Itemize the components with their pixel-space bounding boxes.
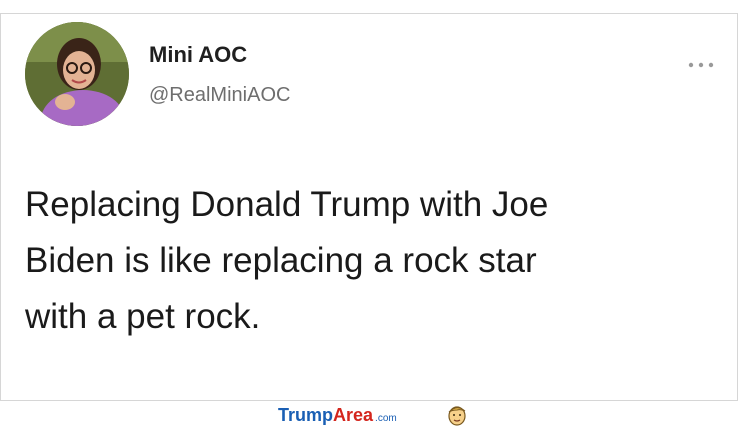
avatar-image xyxy=(25,22,129,126)
tweet-text-line: Replacing Donald Trump with Joe xyxy=(25,185,549,224)
display-name[interactable]: Mini AOC xyxy=(149,42,247,68)
watermark-brand-trump: Trump xyxy=(278,405,334,425)
trump-face-logo-icon xyxy=(446,403,468,427)
watermark-domain: .com xyxy=(375,413,397,424)
user-handle[interactable]: @RealMiniAOC xyxy=(149,84,290,107)
tweet-card: Mini AOC @RealMiniAOC Replacing Donald T… xyxy=(0,13,738,401)
avatar[interactable] xyxy=(25,22,129,126)
tweet-text-line: Biden is like replacing a rock star xyxy=(25,241,537,280)
more-horizontal-icon[interactable] xyxy=(687,56,715,68)
watermark-footer: TrumpArea .com xyxy=(0,401,740,428)
page: Mini AOC @RealMiniAOC Replacing Donald T… xyxy=(0,0,740,428)
tweet-text: Replacing Donald Trump with Joe Biden is… xyxy=(25,177,705,345)
tweet-text-line: with a pet rock. xyxy=(25,297,261,336)
watermark-brand-area: Area xyxy=(333,405,374,425)
watermark-text: TrumpArea .com xyxy=(278,404,397,426)
